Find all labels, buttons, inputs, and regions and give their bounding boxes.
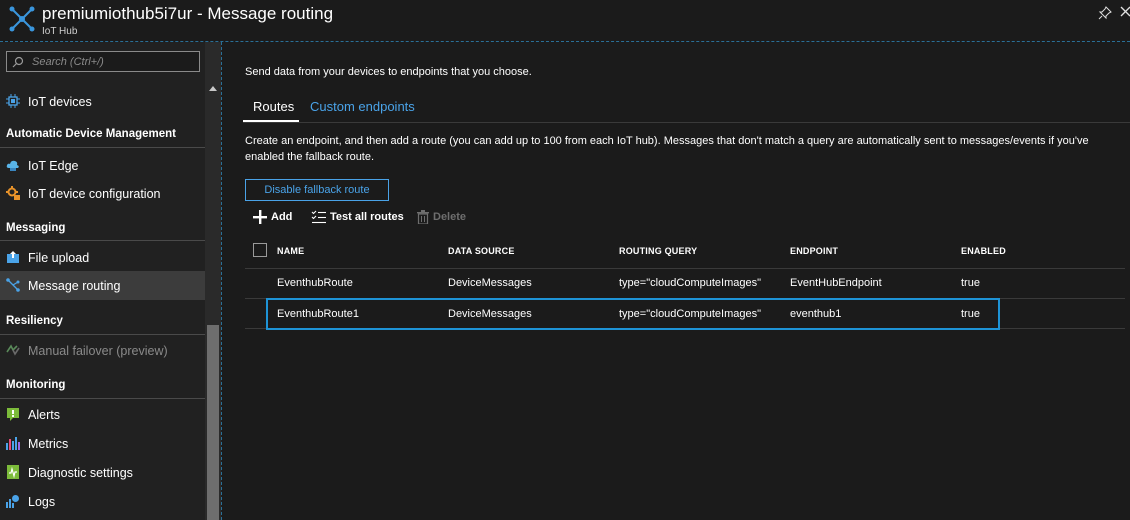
sidebar: « IoT devices Automatic Device Managemen… <box>0 42 222 520</box>
sidebar-item-file-upload[interactable]: File upload <box>0 244 205 271</box>
enabled-cell: true <box>961 277 980 289</box>
sidebar-item-label: File upload <box>28 250 90 265</box>
search-icon <box>12 56 24 68</box>
section-header-resiliency: Resiliency <box>6 315 63 327</box>
plus-icon <box>253 210 267 224</box>
file-upload-icon <box>7 251 19 263</box>
sidebar-item-iot-device-configuration[interactable]: IoT device configuration <box>0 180 205 207</box>
sidebar-item-iot-edge[interactable]: IoT Edge <box>0 152 205 179</box>
enabled-cell: true <box>961 308 980 320</box>
close-icon[interactable] <box>1119 5 1130 19</box>
search-box[interactable] <box>6 51 200 72</box>
scroll-up-arrow-icon[interactable] <box>209 86 217 91</box>
data-source-cell: DeviceMessages <box>448 308 532 320</box>
table-divider <box>245 298 1125 299</box>
routes-description: Create an endpoint, and then add a route… <box>245 135 1089 163</box>
sidebar-nav: IoT devices Automatic Device Management … <box>0 80 209 520</box>
sidebar-item-label: Logs <box>28 494 56 509</box>
sidebar-item-metrics[interactable]: Metrics <box>0 430 205 457</box>
column-header-enabled[interactable]: ENABLED <box>961 246 1006 256</box>
route-name-cell: EventhubRoute <box>277 277 353 289</box>
endpoint-cell: eventhub1 <box>790 308 842 320</box>
add-route-button[interactable]: Add <box>253 208 292 226</box>
chip-icon <box>6 94 20 108</box>
sidebar-item-logs[interactable]: Logs <box>0 488 205 515</box>
failover-icon <box>6 344 20 356</box>
disable-fallback-route-button[interactable]: Disable fallback route <box>245 179 389 201</box>
column-header-endpoint[interactable]: ENDPOINT <box>790 246 838 256</box>
main-content: Send data from your devices to endpoints… <box>222 42 1130 520</box>
title-bar: premiumiothub5i7ur - Message routing IoT… <box>0 0 1130 41</box>
logs-icon <box>6 495 19 508</box>
sidebar-item-label: Alerts <box>28 407 60 422</box>
routing-query-cell: type="cloudComputeImages" <box>619 277 762 289</box>
tab-custom-endpoints[interactable]: Custom endpoints <box>310 99 415 121</box>
delete-route-button[interactable]: Delete <box>417 208 466 226</box>
sidebar-item-message-routing[interactable]: Message routing <box>0 271 205 300</box>
checklist-icon <box>311 210 326 224</box>
routing-icon <box>6 278 20 292</box>
pin-icon[interactable] <box>1098 6 1112 20</box>
sidebar-item-label: Metrics <box>28 436 69 451</box>
table-divider <box>245 328 1125 329</box>
sidebar-item-label: IoT devices <box>28 94 92 109</box>
sidebar-item-label: Diagnostic settings <box>28 465 133 480</box>
sidebar-item-alerts[interactable]: Alerts <box>0 401 205 428</box>
iot-hub-icon <box>9 6 35 32</box>
section-divider <box>0 240 209 241</box>
section-header-monitoring: Monitoring <box>6 379 66 391</box>
routes-table-header: NAME DATA SOURCE ROUTING QUERY ENDPOINT … <box>245 240 1130 268</box>
sidebar-item-diagnostic-settings[interactable]: Diagnostic settings <box>0 459 205 486</box>
page-subtitle: IoT Hub <box>42 26 78 37</box>
tab-divider <box>243 122 1130 123</box>
cloud-icon <box>6 160 19 171</box>
metrics-icon <box>6 437 20 450</box>
column-header-routing-query[interactable]: ROUTING QUERY <box>619 246 697 256</box>
sidebar-item-iot-devices[interactable]: IoT devices <box>0 88 205 115</box>
test-all-routes-button[interactable]: Test all routes <box>311 208 404 226</box>
sidebar-scrollbar[interactable] <box>205 42 221 520</box>
page-title: premiumiothub5i7ur - Message routing <box>42 4 334 23</box>
sidebar-item-label: Message routing <box>28 278 121 293</box>
column-header-name[interactable]: NAME <box>277 246 304 256</box>
table-row[interactable]: EventhubRoute DeviceMessages type="cloud… <box>245 269 1125 298</box>
add-label: Add <box>271 211 293 223</box>
sidebar-item-manual-failover[interactable]: Manual failover (preview) <box>0 337 205 364</box>
gear-icon <box>6 186 20 200</box>
sidebar-item-label: IoT device configuration <box>28 186 161 201</box>
section-divider <box>0 398 209 399</box>
endpoint-cell: EventHubEndpoint <box>790 277 882 289</box>
data-source-cell: DeviceMessages <box>448 277 532 289</box>
tab-routes[interactable]: Routes <box>253 99 294 121</box>
table-row[interactable]: EventhubRoute1 DeviceMessages type="clou… <box>245 300 1125 329</box>
delete-label: Delete <box>433 211 467 223</box>
alert-icon <box>7 408 19 421</box>
route-name-cell: EventhubRoute1 <box>277 308 359 320</box>
select-all-checkbox[interactable] <box>253 243 267 257</box>
sidebar-item-label: Manual failover (preview) <box>28 343 168 358</box>
trash-icon <box>417 210 429 224</box>
column-header-data-source[interactable]: DATA SOURCE <box>448 246 515 256</box>
intro-text: Send data from your devices to endpoints… <box>245 66 532 78</box>
diagnostic-icon <box>7 465 19 479</box>
routing-query-cell: type="cloudComputeImages" <box>619 308 762 320</box>
section-divider <box>0 334 209 335</box>
section-header-automatic-device-management: Automatic Device Management <box>6 128 176 140</box>
section-header-messaging: Messaging <box>6 222 66 234</box>
sidebar-item-label: IoT Edge <box>28 158 79 173</box>
scroll-thumb[interactable] <box>207 325 219 520</box>
test-label: Test all routes <box>330 211 404 223</box>
section-divider <box>0 147 209 148</box>
search-input[interactable] <box>32 53 197 70</box>
